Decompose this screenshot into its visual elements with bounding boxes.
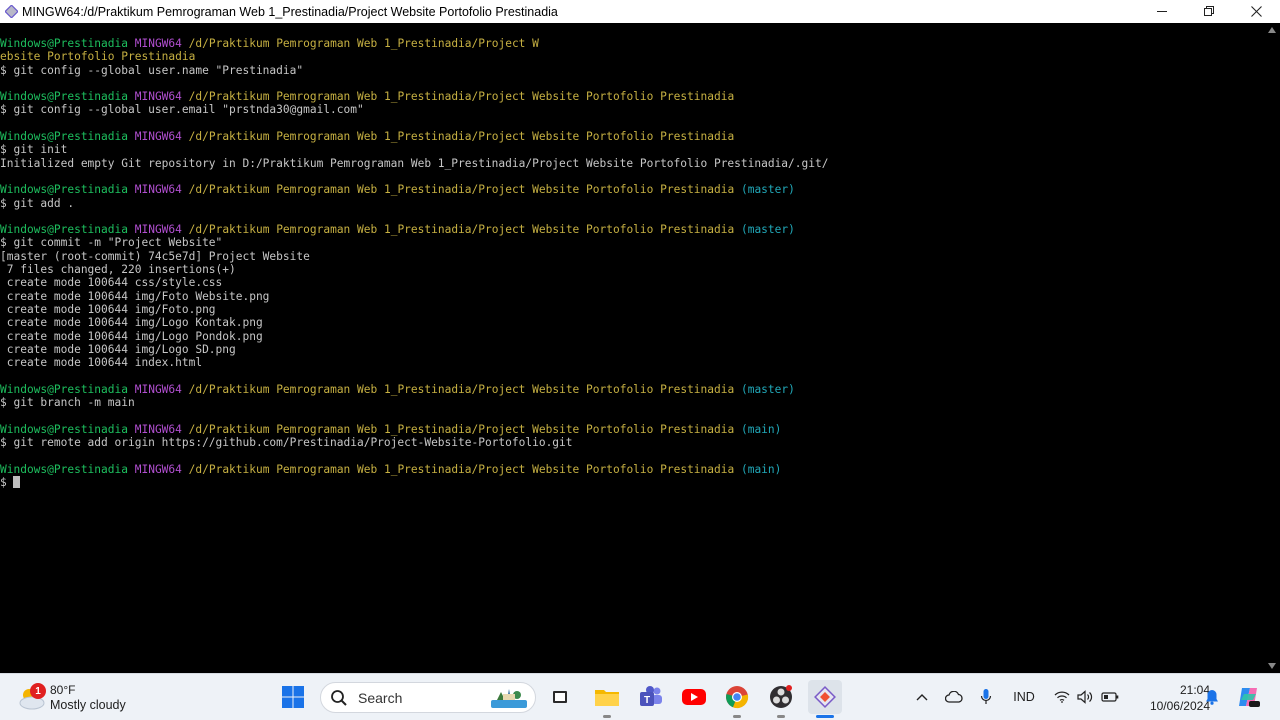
close-icon bbox=[1251, 6, 1262, 17]
command-input[interactable]: $ bbox=[0, 475, 21, 489]
speaker-icon bbox=[1077, 690, 1093, 704]
search-icon bbox=[331, 689, 347, 706]
output-line: create mode 100644 img/Logo Kontak.png bbox=[0, 316, 263, 330]
running-indicator bbox=[777, 715, 785, 718]
chrome-icon bbox=[726, 686, 749, 709]
window-controls bbox=[1139, 0, 1280, 23]
output-line: 7 files changed, 220 insertions(+) bbox=[0, 263, 236, 277]
prompt-line: Windows@Prestinadia MINGW64 /d/Praktikum… bbox=[0, 382, 795, 396]
notification-button[interactable] bbox=[1200, 674, 1224, 720]
output-line: [master (root-commit) 74c5e7d] Project W… bbox=[0, 249, 310, 263]
language-indicator: IND bbox=[1013, 690, 1035, 704]
output-line: create mode 100644 css/style.css bbox=[0, 276, 223, 290]
start-button[interactable] bbox=[276, 680, 310, 714]
output-line: create mode 100644 img/Foto.png bbox=[0, 302, 216, 316]
teams-icon: T bbox=[640, 686, 662, 706]
restore-button[interactable] bbox=[1186, 0, 1233, 23]
taskbar-youtube[interactable] bbox=[677, 680, 711, 714]
prompt-line: Windows@Prestinadia MINGW64 /d/Praktikum… bbox=[0, 422, 782, 436]
scroll-down-arrow-icon[interactable] bbox=[1268, 663, 1276, 669]
terminal-output: Windows@Prestinadia MINGW64 /d/Praktikum… bbox=[0, 37, 828, 489]
command-line: $ git add . bbox=[0, 196, 75, 210]
output-line: create mode 100644 img/Foto Website.png bbox=[0, 289, 270, 303]
weather-temperature: 80°F bbox=[50, 683, 76, 697]
command-line: $ git commit -m "Project Website" bbox=[0, 236, 223, 250]
output-line: Initialized empty Git repository in D:/P… bbox=[0, 156, 829, 170]
window-title: MINGW64:/d/Praktikum Pemrograman Web 1_P… bbox=[22, 4, 558, 19]
cloud-icon bbox=[945, 691, 963, 703]
youtube-icon bbox=[682, 689, 706, 705]
git-bash-icon bbox=[814, 686, 836, 708]
git-bash-icon bbox=[4, 5, 18, 19]
clock-time: 21:04 bbox=[1179, 683, 1210, 697]
close-button[interactable] bbox=[1233, 0, 1280, 23]
command-line: $ git config --global user.email "prstnd… bbox=[0, 103, 364, 117]
svg-text:T: T bbox=[644, 695, 650, 706]
taskbar-search[interactable] bbox=[320, 682, 536, 713]
tray-microphone[interactable] bbox=[974, 674, 998, 720]
minimize-icon bbox=[1157, 11, 1167, 12]
restore-icon bbox=[1204, 6, 1214, 16]
wifi-icon bbox=[1054, 691, 1070, 703]
battery-icon bbox=[1101, 692, 1119, 702]
output-line: create mode 100644 img/Logo SD.png bbox=[0, 342, 236, 356]
tray-language[interactable]: IND bbox=[1004, 674, 1044, 720]
clock-date: 10/06/2024 bbox=[1149, 699, 1210, 713]
command-line: $ git branch -m main bbox=[0, 396, 135, 410]
weather-widget[interactable]: 1 80°F Mostly cloudy bbox=[16, 680, 126, 716]
text-cursor bbox=[13, 475, 21, 488]
output-line: create mode 100644 img/Logo Pondok.png bbox=[0, 329, 263, 343]
folder-icon bbox=[595, 690, 619, 706]
title-bar: MINGW64:/d/Praktikum Pemrograman Web 1_P… bbox=[0, 0, 1280, 23]
command-line: $ git remote add origin https://github.c… bbox=[0, 435, 573, 449]
tray-battery[interactable] bbox=[1098, 674, 1122, 720]
search-highlight-icon bbox=[489, 686, 529, 715]
show-hidden-icons-button[interactable] bbox=[910, 674, 934, 720]
prompt-line: Windows@Prestinadia MINGW64 /d/Praktikum… bbox=[0, 90, 735, 104]
prompt-path-wrap: ebsite Portofolio Prestinadia bbox=[0, 50, 196, 64]
prompt-line: Windows@Prestinadia MINGW64 /d/Praktikum… bbox=[0, 462, 782, 476]
output-line: create mode 100644 index.html bbox=[0, 356, 203, 370]
copilot-icon bbox=[1239, 688, 1260, 707]
command-line: $ git init bbox=[0, 143, 68, 157]
chevron-up-icon bbox=[916, 694, 928, 701]
command-line: $ git config --global user.name "Prestin… bbox=[0, 63, 304, 77]
prompt-line: Windows@Prestinadia MINGW64 /d/Praktikum… bbox=[0, 37, 539, 50]
tray-volume[interactable] bbox=[1074, 674, 1096, 720]
running-indicator bbox=[603, 715, 611, 718]
taskbar-task-view[interactable] bbox=[543, 680, 577, 714]
tray-copilot[interactable] bbox=[1234, 674, 1262, 720]
obs-icon bbox=[770, 685, 792, 708]
terminal-scrollbar[interactable] bbox=[1264, 23, 1280, 673]
running-indicator bbox=[733, 715, 741, 718]
taskbar-teams[interactable]: T bbox=[634, 680, 668, 714]
taskbar-git-bash[interactable] bbox=[808, 680, 842, 718]
minimize-button[interactable] bbox=[1139, 0, 1186, 23]
weather-description: Mostly cloudy bbox=[50, 698, 126, 712]
taskbar-obs[interactable] bbox=[764, 680, 798, 718]
taskbar-clock[interactable]: 21:04 10/06/2024 bbox=[1122, 682, 1210, 714]
microphone-icon bbox=[980, 689, 992, 704]
prompt-line: Windows@Prestinadia MINGW64 /d/Praktikum… bbox=[0, 130, 735, 144]
weather-notification-badge: 1 bbox=[30, 683, 46, 699]
terminal-window[interactable]: Windows@Prestinadia MINGW64 /d/Praktikum… bbox=[0, 23, 1264, 673]
active-window-indicator bbox=[816, 715, 834, 718]
taskbar-chrome[interactable] bbox=[720, 680, 754, 718]
taskbar: 1 80°F Mostly cloudy Search T IND 21:04 … bbox=[0, 673, 1280, 720]
tray-onedrive[interactable] bbox=[942, 674, 966, 720]
search-input[interactable] bbox=[356, 688, 480, 707]
prompt-line: Windows@Prestinadia MINGW64 /d/Praktikum… bbox=[0, 183, 795, 197]
task-view-icon bbox=[553, 691, 567, 703]
weather-icon: 1 bbox=[16, 683, 50, 713]
bell-icon bbox=[1206, 690, 1218, 705]
tray-wifi[interactable] bbox=[1051, 674, 1073, 720]
windows-start-icon bbox=[282, 686, 304, 708]
scroll-up-arrow-icon[interactable] bbox=[1268, 27, 1276, 33]
prompt-line: Windows@Prestinadia MINGW64 /d/Praktikum… bbox=[0, 223, 795, 237]
taskbar-file-explorer[interactable] bbox=[590, 680, 624, 718]
